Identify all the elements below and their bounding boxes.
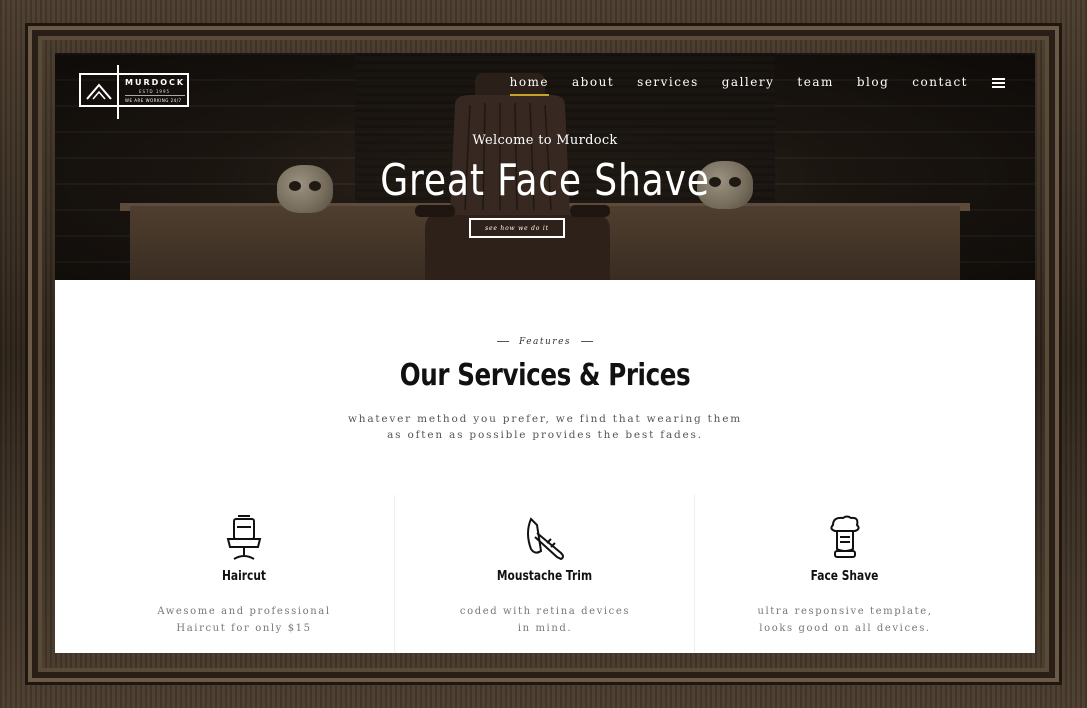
nav-home[interactable]: home — [509, 75, 550, 96]
service-description: coded with retina devices in mind. — [459, 606, 631, 634]
nav-contact[interactable]: contact — [912, 75, 968, 89]
dash-left — [496, 341, 509, 342]
straight-razor-icon — [526, 517, 564, 561]
brand-tagline: WE ARE WORKING 24/7 — [125, 98, 182, 103]
section-title: Our Services & Prices — [399, 358, 691, 393]
website-screen: MURDOCK ESTD 1995 WE ARE WORKING 24/7 ho… — [55, 53, 1035, 653]
brand-est: ESTD 1995 — [139, 89, 171, 94]
service-description: ultra responsive template, looks good on… — [757, 606, 933, 634]
hamburger-icon[interactable] — [992, 77, 1005, 88]
service-title: Haircut — [221, 569, 267, 584]
brand-name: MURDOCK — [125, 78, 186, 87]
service-card-haircut[interactable]: Haircut Awesome and professional Haircut… — [94, 495, 394, 653]
service-title: Face Shave — [810, 569, 879, 584]
barber-chair-icon — [226, 515, 262, 560]
cta-button[interactable]: see how we do it — [469, 218, 565, 238]
hero-title: Great Face Shave — [380, 155, 710, 206]
hero-section: MURDOCK ESTD 1995 WE ARE WORKING 24/7 ho… — [55, 53, 1035, 280]
razor-logo-icon — [86, 83, 112, 100]
service-card-face-shave[interactable]: Face Shave ultra responsive template, lo… — [694, 495, 994, 653]
service-card-moustache-trim[interactable]: Moustache Trim coded with retina devices… — [394, 495, 694, 653]
nav-about[interactable]: about — [572, 75, 614, 89]
hero-welcome: Welcome to Murdock — [472, 133, 618, 148]
shaving-brush-icon — [829, 515, 860, 558]
nav-blog[interactable]: blog — [857, 75, 889, 89]
nav-gallery[interactable]: gallery — [722, 75, 775, 89]
nav-team[interactable]: team — [797, 75, 833, 89]
brand-logo[interactable]: MURDOCK ESTD 1995 WE ARE WORKING 24/7 — [79, 65, 189, 119]
dash-right — [581, 341, 594, 342]
features-label: Features — [518, 337, 572, 347]
section-description: whatever method you prefer, we find that… — [347, 413, 743, 441]
logo-divider — [117, 65, 119, 119]
logo-rule — [125, 95, 185, 96]
features-eyebrow: Features — [55, 337, 1035, 347]
main-nav: home about services gallery team blog co… — [487, 75, 1005, 96]
services-row: Haircut Awesome and professional Haircut… — [94, 495, 996, 653]
nav-services[interactable]: services — [637, 75, 699, 89]
service-title: Moustache Trim — [496, 569, 593, 584]
service-description: Awesome and professional Haircut for onl… — [157, 606, 331, 634]
